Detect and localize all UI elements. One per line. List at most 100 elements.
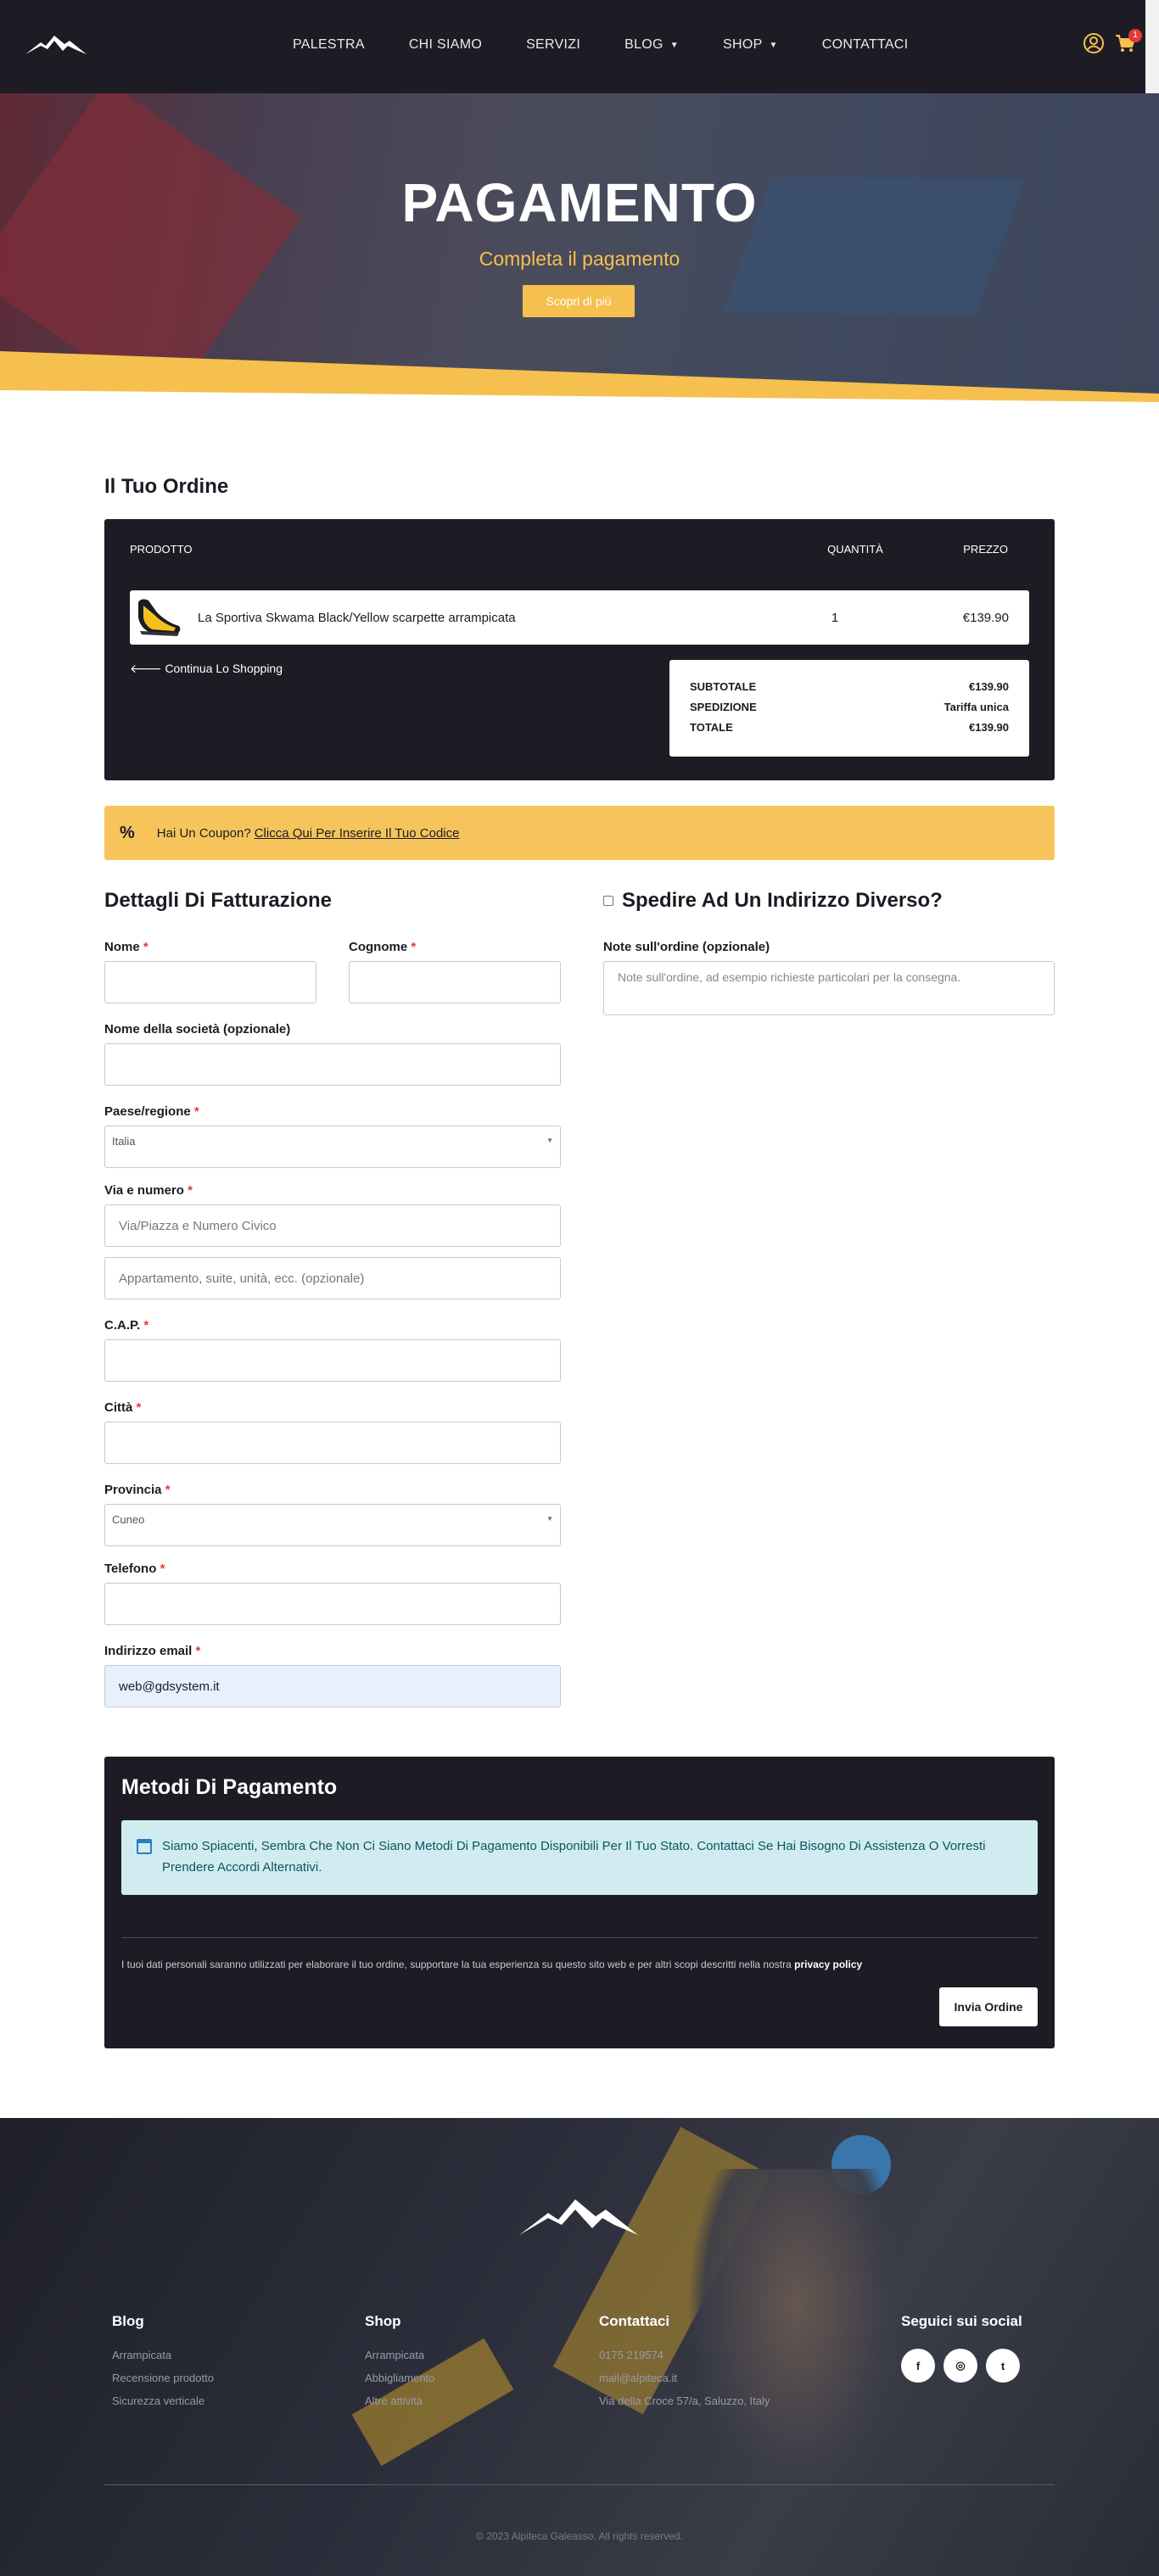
facebook-icon[interactable]: f [901, 2349, 935, 2383]
nav-label: SERVIZI [526, 37, 581, 52]
hero-subtitle: Completa il pagamento [479, 248, 680, 270]
nav-item-blog[interactable]: BLOG ▼ [624, 37, 679, 53]
cart-count-badge: 1 [1128, 29, 1142, 42]
instagram-icon[interactable]: ◎ [943, 2349, 977, 2383]
footer-col-shop: Shop Arrampicata Abbigliamento Altre att… [365, 2313, 434, 2417]
first-name-field[interactable] [104, 961, 316, 1003]
payment-title: Metodi Di Pagamento [121, 1775, 338, 1799]
postcode-field[interactable] [104, 1339, 561, 1382]
footer-col-title: Shop [365, 2313, 401, 2329]
privacy-body: I tuoi dati personali saranno utilizzati… [121, 1959, 792, 1970]
chevron-down-icon: ▼ [669, 40, 679, 50]
continue-shopping-link[interactable]: 🡐 Continua Lo Shopping [130, 662, 283, 676]
site-header: PALESTRA CHI SIAMO SERVIZI BLOG ▼ SHOP ▼ C… [0, 0, 1159, 93]
social-icons: f ◎ t [901, 2349, 1022, 2383]
hero-yellow-wedge [0, 351, 1159, 402]
place-order-button[interactable]: Invia Ordine [939, 1987, 1038, 2026]
footer-link[interactable]: Sicurezza verticale [112, 2394, 214, 2407]
nav-item-servizi[interactable]: SERVIZI [526, 37, 580, 53]
scrollbar[interactable] [1145, 0, 1159, 93]
province-select[interactable]: Cuneo ▼ [104, 1504, 561, 1546]
order-title: Il Tuo Ordine [104, 475, 229, 498]
label-text: Cognome [349, 940, 408, 954]
nav-item-shop[interactable]: SHOP ▼ [723, 37, 778, 53]
nav-item-chi-siamo[interactable]: CHI SIAMO [409, 37, 482, 53]
select-arrow-icon: ▼ [546, 1515, 553, 1523]
order-table-header: PRODOTTO QUANTITÀ PREZZO [130, 543, 1029, 560]
billing-title: Dettagli Di Fatturazione [104, 889, 333, 912]
footer-link[interactable]: Arrampicata [365, 2349, 434, 2361]
required-mark: * [143, 940, 148, 954]
mountain-logo[interactable] [519, 2194, 638, 2241]
shipping-value: Tariffa unica [943, 701, 1009, 713]
product-name[interactable]: La Sportiva Skwama Black/Yellow scarpett… [198, 611, 763, 625]
nav-item-contattaci[interactable]: CONTATTACI [822, 37, 909, 53]
payment-notice: Siamo Spiacenti, Sembra Che Non Ci Siano… [121, 1820, 1038, 1895]
coupon-link[interactable]: Clicca Qui Per Inserire Il Tuo Codice [255, 826, 460, 841]
continue-shopping-label: Continua Lo Shopping [165, 662, 283, 675]
twitter-icon[interactable]: t [986, 2349, 1020, 2383]
label-text: Provincia [104, 1483, 162, 1497]
phone-field[interactable] [104, 1583, 561, 1625]
company-field[interactable] [104, 1043, 561, 1086]
footer-phone[interactable]: 0175 219574 [599, 2349, 770, 2361]
last-name-label: Cognome * [349, 940, 561, 954]
billing-details: Dettagli Di Fatturazione Nome * Cognome … [104, 889, 561, 1726]
province-value: Cuneo [112, 1513, 145, 1526]
footer-link[interactable]: Recensione prodotto [112, 2372, 214, 2384]
nav-label: BLOG [624, 37, 663, 52]
subtotal-value: €139.90 [969, 680, 1009, 693]
ship-different-toggle[interactable]: Spedire Ad Un Indirizzo Diverso? [603, 889, 1055, 913]
footer-link[interactable]: Arrampicata [112, 2349, 214, 2361]
label-text: C.A.P. [104, 1318, 141, 1333]
label-text: Telefono [104, 1562, 157, 1576]
footer-col-title: Blog [112, 2313, 144, 2329]
footer-link[interactable]: Abbigliamento [365, 2372, 434, 2384]
required-mark: * [165, 1483, 171, 1497]
order-totals: SUBTOTALE €139.90 SPEDIZIONE Tariffa unica… [669, 660, 1029, 757]
cart-icon[interactable]: 1 [1115, 29, 1142, 57]
required-mark: * [143, 1318, 149, 1333]
footer-address: Via della Croce 57/a, Saluzzo, Italy [599, 2394, 770, 2407]
street-field[interactable]: Via/Piazza e Numero Civico [104, 1204, 561, 1247]
street2-field[interactable]: Appartamento, suite, unità, ecc. (opzion… [104, 1257, 561, 1299]
last-name-group: Cognome * [349, 940, 561, 1022]
discover-more-button[interactable]: Scopri di più [523, 285, 635, 317]
order-notes-field[interactable]: Note sull'ordine, ad esempio richieste p… [603, 961, 1055, 1015]
shipping-row: SPEDIZIONE Tariffa unica [690, 701, 1009, 713]
subtotal-label: SUBTOTALE [690, 680, 757, 693]
column-product: PRODOTTO [130, 543, 193, 556]
nav-label: SHOP [723, 37, 763, 52]
required-mark: * [160, 1562, 165, 1576]
city-field[interactable] [104, 1422, 561, 1464]
checkout-main: Il Tuo Ordine PRODOTTO QUANTITÀ PREZZO L… [104, 475, 1055, 2048]
payment-methods: Metodi Di Pagamento Siamo Spiacenti, Sem… [104, 1757, 1055, 2048]
email-field[interactable]: web@gdsystem.it [104, 1665, 561, 1707]
copyright: © 2023 Alpiteca Galeasso. All rights res… [476, 2530, 683, 2542]
privacy-policy-link[interactable]: privacy policy [794, 1959, 862, 1970]
footer-link[interactable]: Altre attività [365, 2394, 434, 2407]
product-price: €139.90 [962, 610, 1009, 625]
footer-col-title: Contattaci [599, 2313, 670, 2329]
page-title: PAGAMENTO [401, 172, 758, 233]
ship-different-checkbox[interactable] [603, 896, 613, 906]
column-price: PREZZO [963, 543, 1008, 556]
footer-col-social: Seguici sui social f ◎ t [901, 2313, 1022, 2383]
last-name-field[interactable] [349, 961, 561, 1003]
nav-label: CONTATTACI [821, 37, 909, 52]
product-image[interactable] [133, 594, 184, 641]
mountain-logo[interactable] [25, 32, 87, 60]
ship-different-title: Spedire Ad Un Indirizzo Diverso? [622, 889, 943, 912]
shipping-label: SPEDIZIONE [690, 701, 757, 713]
percent-icon: % [120, 823, 135, 842]
header-icons: 1 [1083, 29, 1142, 59]
nav-label: CHI SIAMO [408, 37, 483, 52]
label-text: Indirizzo email [104, 1644, 193, 1658]
nav-item-palestra[interactable]: PALESTRA [293, 37, 365, 53]
footer-email[interactable]: mail@alpiteca.it [599, 2372, 770, 2384]
user-icon[interactable] [1083, 32, 1105, 59]
divider [121, 1937, 1038, 1938]
nav-label: PALESTRA [293, 37, 365, 52]
country-select[interactable]: Italia ▼ [104, 1126, 561, 1168]
label-text: Nome [104, 940, 140, 954]
